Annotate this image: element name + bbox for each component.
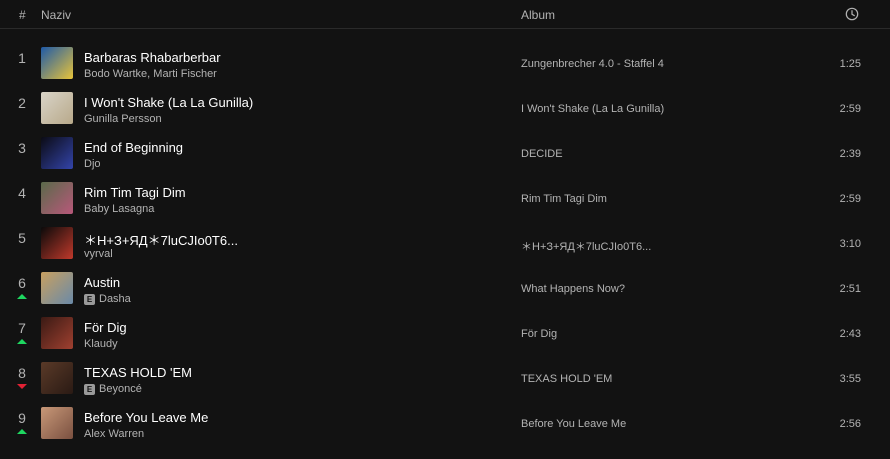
album-cover[interactable] <box>41 407 73 439</box>
trend-down-icon <box>17 384 27 389</box>
explicit-badge: E <box>84 383 95 395</box>
track-row[interactable]: 4 Rim Tim Tagi Dim Baby Lasagna Rim Tim Tag… <box>0 177 890 222</box>
track-row[interactable]: 6 Austin E Dasha What Happens Now? 2:51 <box>0 267 890 312</box>
track-title[interactable]: Before You Leave Me <box>84 410 208 425</box>
column-header-album[interactable]: Album <box>521 8 555 22</box>
track-album[interactable]: Before You Leave Me <box>521 418 626 430</box>
album-cover[interactable] <box>41 92 73 124</box>
album-cover[interactable] <box>41 362 73 394</box>
track-row[interactable]: 2 I Won't Shake (La La Gunilla) Gunilla Pe… <box>0 87 890 132</box>
tracklist-header: # Naziv Album <box>0 0 890 29</box>
track-title[interactable]: Rim Tim Tagi Dim <box>84 185 186 200</box>
track-artist: Baby Lasagna <box>84 203 154 215</box>
track-artist: Alex Warren <box>84 428 144 440</box>
album-cover[interactable] <box>41 227 73 259</box>
track-row[interactable]: 1 Barbaras Rhabarberbar Bodo Wartke, Marti… <box>0 42 890 87</box>
album-cover[interactable] <box>41 182 73 214</box>
artist-link[interactable]: Alex Warren <box>84 428 144 440</box>
trend-up-icon <box>17 339 27 344</box>
track-number: 3 <box>18 140 26 156</box>
track-artist: Klaudy <box>84 338 118 350</box>
track-duration: 3:10 <box>839 238 861 250</box>
track-number: 7 <box>18 320 26 336</box>
album-cover[interactable] <box>41 137 73 169</box>
track-number: 5 <box>18 230 26 246</box>
track-number: 9 <box>18 410 26 426</box>
track-album[interactable]: TEXAS HOLD 'EM <box>521 373 612 385</box>
clock-icon[interactable] <box>845 7 859 21</box>
track-title[interactable]: I Won't Shake (La La Gunilla) <box>84 95 253 110</box>
track-album[interactable]: DECIDE <box>521 148 563 160</box>
track-duration: 3:55 <box>839 373 861 385</box>
trend-up-icon <box>17 429 27 434</box>
track-artist: E Dasha <box>84 293 131 305</box>
track-number: 4 <box>18 185 26 201</box>
artist-link[interactable]: Dasha <box>99 293 131 305</box>
track-album[interactable]: ＊Н+З+ЯД＊7luCJIo0T6... <box>521 238 651 254</box>
column-header-number: # <box>19 8 26 22</box>
track-duration: 2:43 <box>839 328 861 340</box>
artist-link[interactable]: vyrval <box>84 248 113 260</box>
track-duration: 1:25 <box>839 58 861 70</box>
track-number: 1 <box>18 50 26 66</box>
artist-link[interactable]: Djo <box>84 158 101 170</box>
track-duration: 2:59 <box>839 103 861 115</box>
track-title[interactable]: För Dig <box>84 320 127 335</box>
track-number: 2 <box>18 95 26 111</box>
track-album[interactable]: Rim Tim Tagi Dim <box>521 193 607 205</box>
track-artist: E Beyoncé <box>84 383 142 395</box>
column-header-title[interactable]: Naziv <box>41 8 71 22</box>
album-cover[interactable] <box>41 272 73 304</box>
artist-link[interactable]: Bodo Wartke, Marti Fischer <box>84 68 217 80</box>
track-artist: Bodo Wartke, Marti Fischer <box>84 68 217 80</box>
track-duration: 2:59 <box>839 193 861 205</box>
track-row[interactable]: 9 Before You Leave Me Alex Warren Before Yo… <box>0 402 890 447</box>
track-row[interactable]: 5 ＊Н+З+ЯД＊7luCJIo0T6... vyrval ＊Н+З+ЯД＊7luC… <box>0 222 890 267</box>
track-artist: Djo <box>84 158 101 170</box>
artist-link[interactable]: Gunilla Persson <box>84 113 162 125</box>
track-album[interactable]: What Happens Now? <box>521 283 625 295</box>
track-title[interactable]: Austin <box>84 275 120 290</box>
track-album[interactable]: Zungenbrecher 4.0 - Staffel 4 <box>521 58 664 70</box>
artist-link[interactable]: Klaudy <box>84 338 118 350</box>
track-title[interactable]: Barbaras Rhabarberbar <box>84 50 221 65</box>
track-duration: 2:39 <box>839 148 861 160</box>
track-row[interactable]: 3 End of Beginning Djo DECIDE 2:39 <box>0 132 890 177</box>
track-number: 8 <box>18 365 26 381</box>
explicit-badge: E <box>84 293 95 305</box>
track-number: 6 <box>18 275 26 291</box>
list-bottom-edge <box>0 454 890 459</box>
track-album[interactable]: För Dig <box>521 328 557 340</box>
track-row[interactable]: 8 TEXAS HOLD 'EM E Beyoncé TEXAS HOLD 'EM 3:5… <box>0 357 890 402</box>
artist-link[interactable]: Beyoncé <box>99 383 142 395</box>
track-artist: Gunilla Persson <box>84 113 162 125</box>
album-cover[interactable] <box>41 317 73 349</box>
track-artist: vyrval <box>84 248 113 260</box>
track-duration: 2:56 <box>839 418 861 430</box>
track-album[interactable]: I Won't Shake (La La Gunilla) <box>521 103 664 115</box>
trend-up-icon <box>17 294 27 299</box>
track-title[interactable]: TEXAS HOLD 'EM <box>84 365 192 380</box>
track-title[interactable]: End of Beginning <box>84 140 183 155</box>
album-cover[interactable] <box>41 47 73 79</box>
track-duration: 2:51 <box>839 283 861 295</box>
track-title[interactable]: ＊Н+З+ЯД＊7luCJIo0T6... <box>84 230 238 249</box>
artist-link[interactable]: Baby Lasagna <box>84 203 154 215</box>
track-row[interactable]: 7 För Dig Klaudy För Dig 2:43 <box>0 312 890 357</box>
